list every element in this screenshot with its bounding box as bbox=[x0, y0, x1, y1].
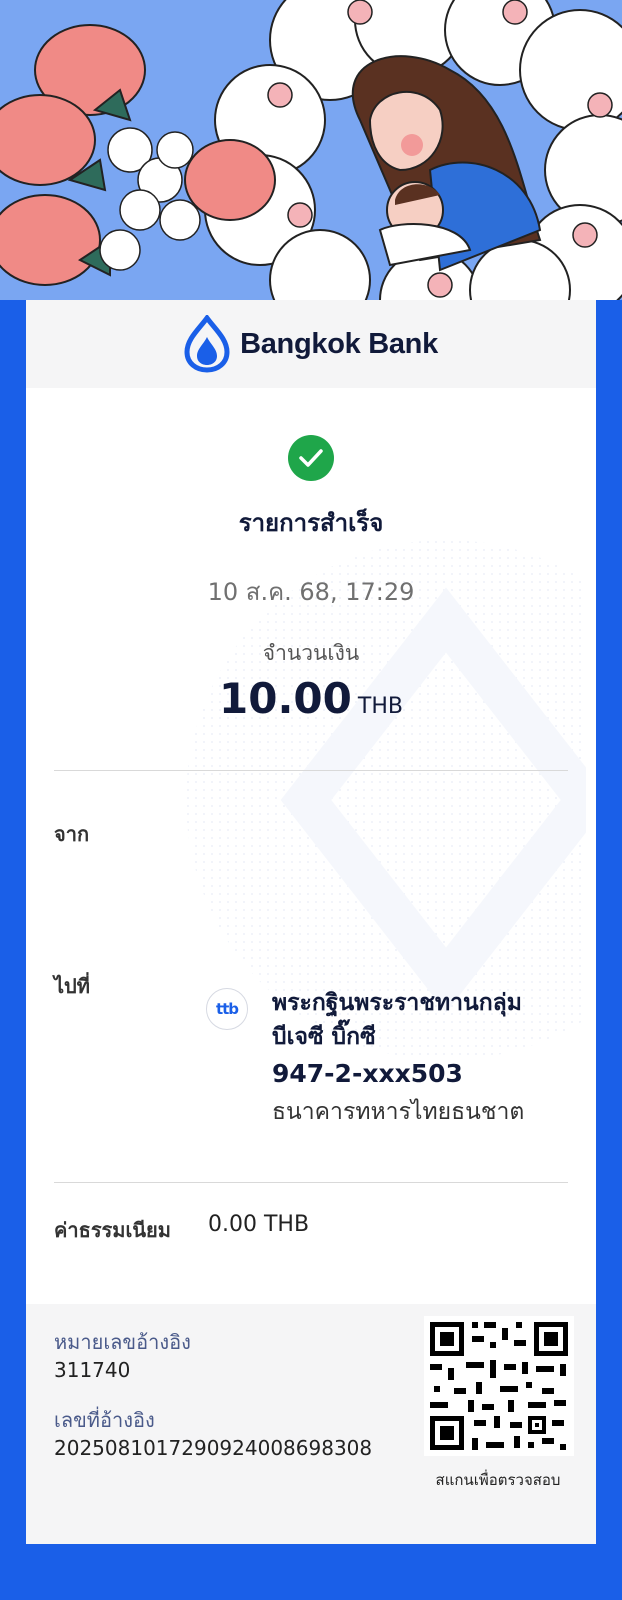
amount-display: 10.00 THB bbox=[26, 674, 596, 723]
bangkok-bank-logo-icon bbox=[184, 315, 230, 373]
to-label: ไปที่ bbox=[54, 974, 90, 998]
reference-number-label: หมายเลขอ้างอิง bbox=[54, 1330, 191, 1354]
reference-number-value: 311740 bbox=[54, 1358, 131, 1382]
ttb-bank-logo-icon: ttb bbox=[206, 988, 248, 1030]
status-text: รายการสำเร็จ bbox=[238, 509, 384, 537]
divider bbox=[54, 1182, 568, 1183]
recipient-bank-name: ธนาคารทหารไทยธนชาต bbox=[272, 1099, 525, 1125]
divider bbox=[54, 770, 568, 771]
fee-label: ค่าธรรมเนียม bbox=[54, 1218, 171, 1242]
amount-value: 10.00 bbox=[219, 674, 352, 723]
reference-panel: หมายเลขอ้างอิง 311740 เลขที่อ้างอิง 2025… bbox=[26, 1304, 596, 1544]
brand-name: Bangkok Bank bbox=[240, 327, 438, 360]
recipient-details: พระกฐินพระราชทานกลุ่ม บีเจซี บิ๊กซี 947-… bbox=[272, 986, 572, 1130]
transaction-summary: รายการสำเร็จ 10 ส.ค. 68, 17:29 จำนวนเงิน… bbox=[26, 435, 596, 723]
reference-id-label: เลขที่อ้างอิง bbox=[54, 1408, 155, 1432]
verification-qr-code[interactable] bbox=[424, 1316, 574, 1456]
success-check-icon bbox=[288, 435, 334, 481]
qr-caption: สแกนเพื่อตรวจสอบ bbox=[435, 1471, 561, 1489]
recipient-name-line1: พระกฐินพระราชทานกลุ่ม bbox=[272, 990, 522, 1016]
recipient-account: 947-2-xxx503 bbox=[272, 1059, 463, 1088]
amount-currency: THB bbox=[357, 694, 403, 719]
transaction-datetime: 10 ส.ค. 68, 17:29 bbox=[207, 578, 415, 606]
amount-label: จำนวนเงิน bbox=[262, 641, 360, 665]
from-label: จาก bbox=[54, 822, 90, 846]
fee-value: 0.00 THB bbox=[208, 1212, 310, 1237]
recipient-name-line2: บีเจซี บิ๊กซี bbox=[272, 1024, 376, 1050]
reference-id-value: 2025081017290924008698308 bbox=[54, 1436, 373, 1460]
card-header: Bangkok Bank bbox=[26, 300, 596, 388]
receipt-card: Bangkok Bank รายการสำเร็จ 10 ส.ค. 68, 17… bbox=[26, 300, 596, 1544]
header-illustration bbox=[0, 0, 622, 300]
